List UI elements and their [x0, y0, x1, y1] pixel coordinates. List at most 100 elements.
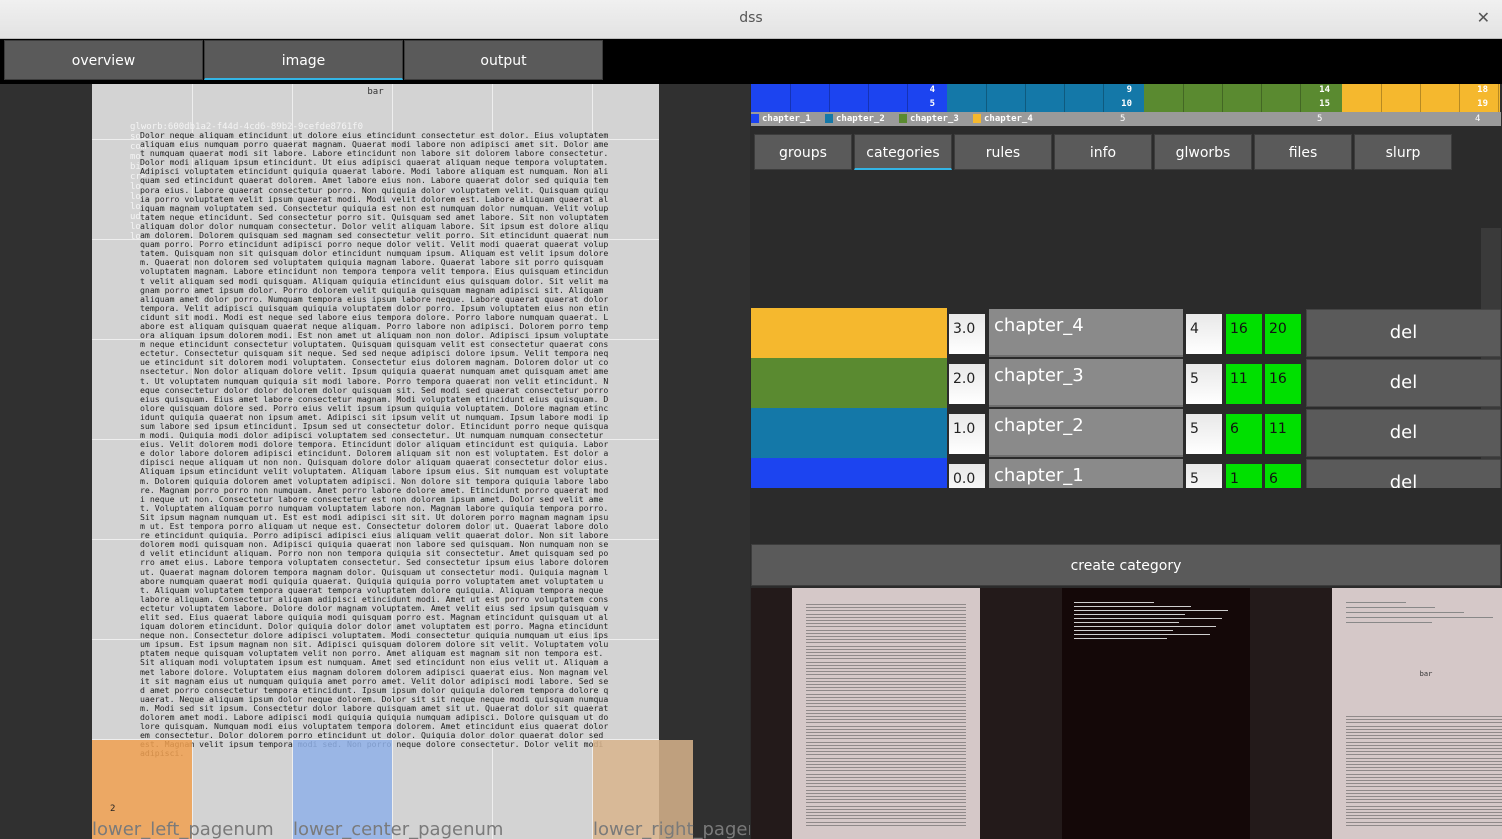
thumbnail-text-line [1346, 796, 1502, 797]
thumbnail-text-line [806, 742, 966, 743]
thumbnail-text-line [1074, 618, 1222, 619]
strip-divider [1025, 84, 1026, 112]
thumbnail-text-line [1346, 758, 1502, 759]
thumbnail-text-line [1346, 818, 1502, 819]
thumbnail-text-line [1346, 774, 1502, 775]
tab-info[interactable]: info [1054, 134, 1152, 170]
thumbnail-text-line [806, 777, 966, 778]
thumbnail-1[interactable] [792, 588, 980, 839]
thumbnail-text-line [1346, 822, 1502, 823]
tab-overview[interactable]: overview [4, 40, 203, 80]
thumbnail-text-line [1074, 610, 1228, 611]
thumbnail-text-line [806, 764, 966, 765]
strip-segment-chapter_2[interactable]: 9 10 [947, 84, 1144, 112]
region-label-lower-right: lower_right_pagenum [593, 819, 750, 839]
thumbnail-text-line [1074, 630, 1173, 631]
category-name-field[interactable]: chapter_4 [989, 309, 1183, 357]
thumbnail-text-line [806, 681, 966, 682]
legend-count: 5 [1317, 114, 1323, 124]
thumbnail-text-line [806, 748, 966, 749]
thumbnail-text-line [806, 806, 966, 807]
thumbnail-text-line [1346, 802, 1502, 803]
thumbnail-text-line [806, 722, 966, 723]
tab-output[interactable]: output [404, 40, 603, 80]
thumbnail-text-line [1346, 617, 1493, 618]
thumbnail-text-line [806, 729, 966, 730]
thumbnail-text-line [806, 678, 966, 679]
tab-glworbs[interactable]: glworbs [1154, 134, 1252, 170]
thumbnail-text-line [806, 633, 966, 634]
tab-files[interactable]: files [1254, 134, 1352, 170]
delete-category-button[interactable]: del [1306, 459, 1501, 488]
page-header-text: bar [367, 87, 384, 97]
category-count-field[interactable]: 4 [1186, 314, 1222, 354]
category-rank-field[interactable]: 2.0 [949, 364, 985, 404]
delete-category-button[interactable]: del [1306, 309, 1501, 357]
strip-divider [1261, 84, 1262, 112]
page-body-text: Dolor neque aliquam etincidunt ut dolore… [140, 130, 609, 757]
page-number: 2 [110, 804, 116, 814]
strip-divider [790, 84, 791, 112]
category-list: 3.0 chapter_4 4 16 20 del 2.0 chapter_3 5 11 16 del… [751, 308, 1501, 488]
category-color-swatch[interactable] [751, 308, 947, 358]
thumbnail-text-line [1346, 764, 1502, 765]
thumbnail-text-line [806, 719, 966, 720]
delete-category-button[interactable]: del [1306, 359, 1501, 407]
legend-label: chapter_2 [836, 114, 885, 124]
category-end-value: 6 [1265, 464, 1301, 488]
delete-category-button[interactable]: del [1306, 409, 1501, 457]
category-count-field[interactable]: 5 [1186, 464, 1222, 488]
category-rank-field[interactable]: 1.0 [949, 414, 985, 454]
tab-image[interactable]: image [204, 40, 403, 80]
thumbnail-3[interactable]: bar [1332, 588, 1502, 839]
category-rank-field[interactable]: 0.0 [949, 464, 985, 488]
category-color-swatch[interactable] [751, 408, 947, 458]
thumbnail-text-line [806, 774, 966, 775]
thumbnail-text-line [806, 700, 966, 701]
category-color-swatch[interactable] [751, 458, 947, 488]
page-image[interactable]: bar glworb:600db1a2-f44d-4cd6-89b2-9cefd… [92, 84, 659, 839]
thumbnail-text-line [806, 812, 966, 813]
strip-segment-chapter_3[interactable]: 14 15 [1144, 84, 1342, 112]
thumbnail-text-line [806, 793, 966, 794]
strip-segment-chapter_4[interactable]: 18 19 [1342, 84, 1500, 112]
thumbnail-text-line [806, 735, 966, 736]
category-count-field[interactable]: 5 [1186, 414, 1222, 454]
thumbnail-text-line [806, 636, 966, 637]
tab-rules[interactable]: rules [954, 134, 1052, 170]
category-color-swatch[interactable] [751, 358, 947, 408]
thumbnail-text-line [806, 630, 966, 631]
thumbnail-text-line [806, 809, 966, 810]
thumbnail-text-line [806, 761, 966, 762]
thumbnail-text-line [806, 684, 966, 685]
category-count-field[interactable]: 5 [1186, 364, 1222, 404]
thumbnail-text-line [806, 649, 966, 650]
legend-label: chapter_1 [762, 114, 811, 124]
strip-top-number: 9 [1126, 85, 1132, 95]
thumbnail-text-line [806, 610, 966, 611]
category-name-field[interactable]: chapter_2 [989, 409, 1183, 457]
category-start-value: 6 [1226, 414, 1262, 454]
thumbnail-text-line [1074, 614, 1185, 615]
window-titlebar: dss ✕ [0, 0, 1502, 39]
thumbnail-text-line [806, 754, 966, 755]
category-rank-field[interactable]: 3.0 [949, 314, 985, 354]
thumbnail-text-line [1346, 607, 1435, 608]
tab-slurp[interactable]: slurp [1354, 134, 1452, 170]
category-name-field[interactable]: chapter_1 [989, 459, 1183, 488]
strip-divider [868, 84, 869, 112]
category-name-field[interactable]: chapter_3 [989, 359, 1183, 407]
thumbnail-2[interactable] [1062, 588, 1250, 839]
create-category-button[interactable]: create category [751, 544, 1501, 586]
tab-categories[interactable]: categories [854, 134, 952, 170]
thumbnail-text-line [806, 687, 966, 688]
thumbnail-text-line [806, 790, 966, 791]
thumbnail-text-line [806, 652, 966, 653]
tab-groups[interactable]: groups [754, 134, 852, 170]
close-icon[interactable]: ✕ [1477, 8, 1490, 27]
category-row: 2.0 chapter_3 5 11 16 del [751, 358, 1501, 408]
thumbnail-text-line [806, 799, 966, 800]
strip-segment-chapter_1[interactable]: 45 [751, 84, 947, 112]
thumbnail-text-line [1346, 770, 1502, 771]
strip-bottom-number: 5 [929, 99, 935, 109]
